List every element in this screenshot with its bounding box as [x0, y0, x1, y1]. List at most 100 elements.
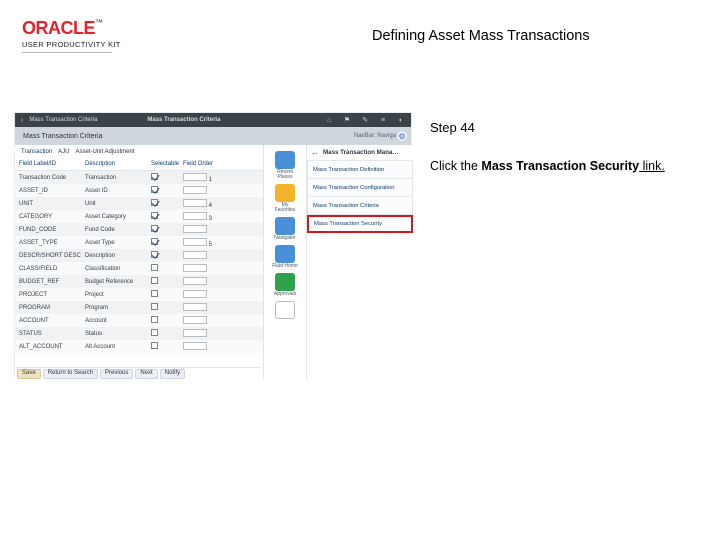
app-topbar: ‹ Mass Transaction Criteria Mass Transac… — [15, 113, 411, 127]
nav-item-mass-transaction-security[interactable]: Mass Transaction Security — [307, 215, 413, 233]
cell-desc: Alt Account — [85, 344, 151, 350]
document-title: Defining Asset Mass Transactions — [372, 28, 590, 44]
cell-desc: Budget Reference — [85, 279, 151, 285]
transaction-label: Transaction — [21, 149, 52, 155]
footer-notify[interactable]: Notify — [160, 369, 185, 379]
nav-item[interactable]: Mass Transaction Configuration — [307, 179, 413, 197]
instruction-text: Click the Mass Transaction Security link… — [430, 158, 680, 175]
back-icon[interactable]: ‹ — [21, 117, 23, 124]
criteria-footer: Save Return to Search Previous Next Noti… — [17, 367, 261, 379]
cell-field: FUND_CODE — [19, 227, 85, 233]
cell-desc: Asset Type — [85, 240, 151, 246]
nav-tile-icon — [275, 245, 295, 263]
criteria-header-row: Field Label/ID Description Selectable Fi… — [15, 157, 263, 171]
cell-selectable[interactable] — [151, 225, 183, 234]
cell-selectable[interactable] — [151, 329, 183, 338]
cell-selectable[interactable] — [151, 212, 183, 221]
tools-icon[interactable]: ✎ — [361, 116, 369, 124]
cell-order[interactable] — [183, 225, 225, 235]
cell-field: CLASS/FIELD — [19, 266, 85, 272]
cell-field: ACCOUNT — [19, 318, 85, 324]
cell-order[interactable] — [183, 316, 225, 326]
cell-desc: Unit — [85, 201, 151, 207]
cell-field: ASSET_TYPE — [19, 240, 85, 246]
criteria-row: STATUSStatus — [15, 327, 263, 340]
footer-prev[interactable]: Previous — [100, 369, 133, 379]
nav-item[interactable]: Mass Transaction Criteria — [307, 197, 413, 215]
cell-desc: Description — [85, 253, 151, 259]
criteria-row: Transaction CodeTransaction 1 — [15, 171, 263, 184]
cell-order[interactable] — [183, 251, 225, 261]
cell-field: ALT_ACCOUNT — [19, 344, 85, 350]
nav-tile-label: Navigator — [274, 236, 295, 241]
menu-icon[interactable]: ≡ — [379, 117, 387, 124]
cell-order[interactable] — [183, 264, 225, 274]
cell-desc: Classification — [85, 266, 151, 272]
cell-selectable[interactable] — [151, 264, 183, 273]
cell-selectable[interactable] — [151, 199, 183, 208]
nav-tile[interactable] — [271, 301, 299, 320]
nav-tile-label: My Favorites — [271, 203, 299, 213]
nav-tile-icon — [275, 273, 295, 291]
nav-tile[interactable]: Fluid Home — [271, 245, 299, 269]
nav-tile[interactable]: My Favorites — [271, 184, 299, 213]
cell-order[interactable] — [183, 303, 225, 313]
nav-menu-title: Mass Transaction Mana… — [323, 149, 399, 156]
back-arrow-icon[interactable]: ← — [311, 148, 319, 157]
cell-selectable[interactable] — [151, 238, 183, 247]
cell-selectable[interactable] — [151, 342, 183, 351]
user-icon[interactable]: ◐ — [397, 117, 405, 124]
nav-tile[interactable]: Recent Places — [271, 151, 299, 180]
cell-field: UNIT — [19, 201, 85, 207]
trademark: ™ — [95, 18, 103, 27]
topbar-section: Mass Transaction Criteria — [147, 117, 220, 123]
cell-selectable[interactable] — [151, 186, 183, 195]
nav-tile-label: Fluid Home — [272, 264, 298, 269]
gear-icon[interactable]: ⚙ — [396, 130, 408, 142]
nav-item[interactable]: Mass Transaction Definition — [307, 161, 413, 179]
nav-tile-icon — [275, 217, 295, 235]
cell-selectable[interactable] — [151, 303, 183, 312]
cell-selectable[interactable] — [151, 173, 183, 182]
cell-selectable[interactable] — [151, 251, 183, 260]
criteria-row: FUND_CODEFund Code — [15, 223, 263, 236]
col-desc: Description — [85, 161, 151, 167]
cell-order[interactable]: 4 — [183, 199, 225, 209]
cell-desc: Program — [85, 305, 151, 311]
nav-tile-icon — [275, 301, 295, 319]
flag-icon[interactable]: ⚑ — [343, 116, 351, 124]
oracle-wordmark: ORACLE — [22, 18, 95, 38]
cell-order[interactable] — [183, 186, 225, 196]
cell-selectable[interactable] — [151, 316, 183, 325]
criteria-row: DESCR/SHORT DESCDescription — [15, 249, 263, 262]
cell-order[interactable] — [183, 277, 225, 287]
cell-field: PROGRAM — [19, 305, 85, 311]
home-icon[interactable]: ⌂ — [325, 117, 333, 124]
cell-field: ASSET_ID — [19, 188, 85, 194]
brand-block: ORACLE™ USER PRODUCTIVITY KIT — [22, 18, 121, 53]
instruction-link-name: Mass Transaction Security — [481, 159, 639, 173]
brand-rule — [22, 52, 112, 53]
cell-selectable[interactable] — [151, 290, 183, 299]
criteria-row: ASSET_IDAsset ID — [15, 184, 263, 197]
nav-tile[interactable]: Approvals — [271, 273, 299, 297]
cell-order[interactable] — [183, 290, 225, 300]
criteria-row: CLASS/FIELDClassification — [15, 262, 263, 275]
footer-return[interactable]: Return to Search — [43, 369, 98, 379]
cell-order[interactable] — [183, 329, 225, 339]
nav-tile[interactable]: Navigator — [271, 217, 299, 241]
cell-selectable[interactable] — [151, 277, 183, 286]
nav-menu-header: ← Mass Transaction Mana… — [307, 145, 413, 161]
cell-order[interactable]: 1 — [183, 173, 225, 183]
cell-order[interactable]: 5 — [183, 238, 225, 248]
footer-next[interactable]: Next — [135, 369, 157, 379]
criteria-row: PROGRAMProgram — [15, 301, 263, 314]
cell-field: STATUS — [19, 331, 85, 337]
footer-save[interactable]: Save — [17, 369, 41, 379]
cell-order[interactable]: 3 — [183, 212, 225, 222]
criteria-row: BUDGET_REFBudget Reference — [15, 275, 263, 288]
nav-tile-icon — [275, 184, 295, 202]
cell-desc: Project — [85, 292, 151, 298]
criteria-row: CATEGORYAsset Category 3 — [15, 210, 263, 223]
cell-order[interactable] — [183, 342, 225, 352]
